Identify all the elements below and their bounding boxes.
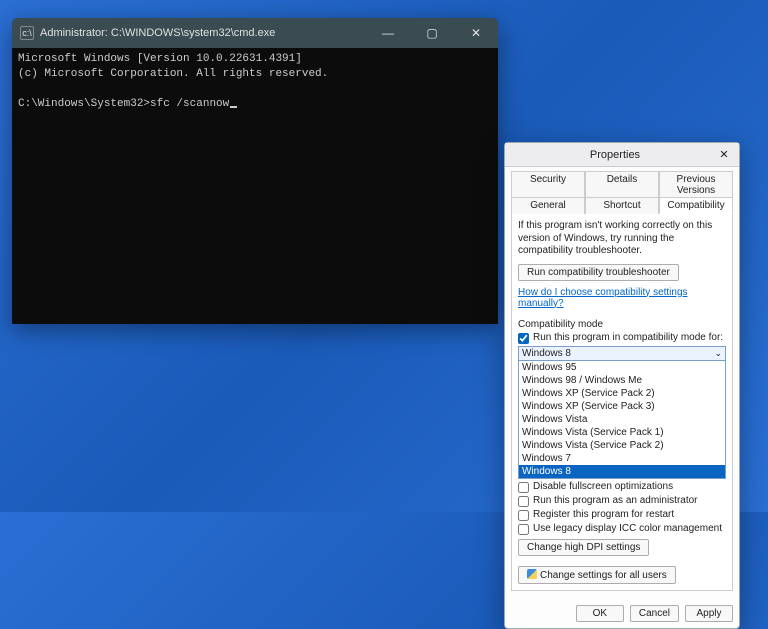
run-as-admin-checkbox[interactable]: Run this program as an administrator (518, 495, 726, 507)
dialog-footer: OK Cancel Apply (505, 599, 739, 628)
legacy-icc-label: Use legacy display ICC color management (533, 523, 722, 534)
properties-title: Properties (513, 149, 717, 161)
compat-mode-checkbox-label: Run this program in compatibility mode f… (533, 332, 723, 343)
compat-mode-selected: Windows 8 (522, 348, 571, 359)
change-dpi-button[interactable]: Change high DPI settings (518, 539, 649, 556)
cmd-prompt: C:\Windows\System32> (18, 98, 150, 110)
opt-winxp-sp3[interactable]: Windows XP (Service Pack 3) (519, 400, 725, 413)
close-icon[interactable]: ✕ (717, 148, 731, 161)
maximize-button[interactable]: ▢ (410, 18, 454, 48)
cmd-title: Administrator: C:\WINDOWS\system32\cmd.e… (40, 27, 366, 39)
cmd-window: c:\ Administrator: C:\WINDOWS\system32\c… (12, 18, 498, 324)
tab-compatibility[interactable]: Compatibility (659, 197, 733, 214)
disable-fullscreen-input[interactable] (518, 482, 529, 493)
compat-mode-combo[interactable]: Windows 8 ⌄ (518, 346, 726, 361)
cmd-icon: c:\ (20, 26, 34, 40)
compat-mode-dropdown[interactable]: Windows 95 Windows 98 / Windows Me Windo… (518, 360, 726, 479)
legacy-icc-checkbox[interactable]: Use legacy display ICC color management (518, 523, 726, 535)
cmd-command: sfc /scannow (150, 98, 229, 110)
opt-winxp-sp2[interactable]: Windows XP (Service Pack 2) (519, 387, 725, 400)
tab-shortcut[interactable]: Shortcut (585, 197, 659, 214)
change-all-users-label: Change settings for all users (540, 570, 667, 581)
cursor-icon (230, 106, 237, 108)
ok-button[interactable]: OK (576, 605, 624, 622)
tab-previous-versions[interactable]: Previous Versions (659, 171, 733, 198)
minimize-button[interactable]: — (366, 18, 410, 48)
close-button[interactable]: ✕ (454, 18, 498, 48)
opt-win98[interactable]: Windows 98 / Windows Me (519, 374, 725, 387)
compatibility-pane: If this program isn't working correctly … (511, 213, 733, 591)
run-as-admin-label: Run this program as an administrator (533, 495, 698, 506)
cmd-line-version: Microsoft Windows [Version 10.0.22631.43… (18, 53, 302, 65)
cmd-line-copyright: (c) Microsoft Corporation. All rights re… (18, 68, 328, 80)
apply-button[interactable]: Apply (685, 605, 733, 622)
register-restart-input[interactable] (518, 510, 529, 521)
cmd-titlebar[interactable]: c:\ Administrator: C:\WINDOWS\system32\c… (12, 18, 498, 48)
compat-mode-checkbox[interactable]: Run this program in compatibility mode f… (518, 332, 726, 344)
properties-titlebar[interactable]: Properties ✕ (505, 143, 739, 167)
opt-win95[interactable]: Windows 95 (519, 361, 725, 374)
disable-fullscreen-checkbox[interactable]: Disable fullscreen optimizations (518, 481, 726, 493)
compat-description: If this program isn't working correctly … (518, 220, 726, 258)
change-all-users-button[interactable]: Change settings for all users (518, 566, 676, 584)
tab-details[interactable]: Details (585, 171, 659, 198)
opt-win7[interactable]: Windows 7 (519, 452, 725, 465)
shield-icon (527, 569, 537, 579)
opt-vista-sp1[interactable]: Windows Vista (Service Pack 1) (519, 426, 725, 439)
tabs-row-1: Security Details Previous Versions (511, 171, 733, 197)
run-as-admin-input[interactable] (518, 496, 529, 507)
compat-mode-label: Compatibility mode (518, 319, 726, 330)
help-link[interactable]: How do I choose compatibility settings m… (518, 287, 726, 309)
tab-general[interactable]: General (511, 197, 585, 214)
properties-dialog: Properties ✕ Security Details Previous V… (504, 142, 740, 629)
run-troubleshooter-button[interactable]: Run compatibility troubleshooter (518, 264, 679, 281)
compat-mode-checkbox-input[interactable] (518, 333, 529, 344)
cmd-output[interactable]: Microsoft Windows [Version 10.0.22631.43… (12, 48, 498, 115)
tabs-row-2: General Shortcut Compatibility (511, 197, 733, 213)
register-restart-label: Register this program for restart (533, 509, 674, 520)
opt-win8[interactable]: Windows 8 (519, 465, 725, 478)
tab-security[interactable]: Security (511, 171, 585, 198)
chevron-down-icon: ⌄ (714, 348, 722, 359)
legacy-icc-input[interactable] (518, 524, 529, 535)
disable-fullscreen-label: Disable fullscreen optimizations (533, 481, 673, 492)
opt-vista[interactable]: Windows Vista (519, 413, 725, 426)
cancel-button[interactable]: Cancel (630, 605, 679, 622)
opt-vista-sp2[interactable]: Windows Vista (Service Pack 2) (519, 439, 725, 452)
register-restart-checkbox[interactable]: Register this program for restart (518, 509, 726, 521)
